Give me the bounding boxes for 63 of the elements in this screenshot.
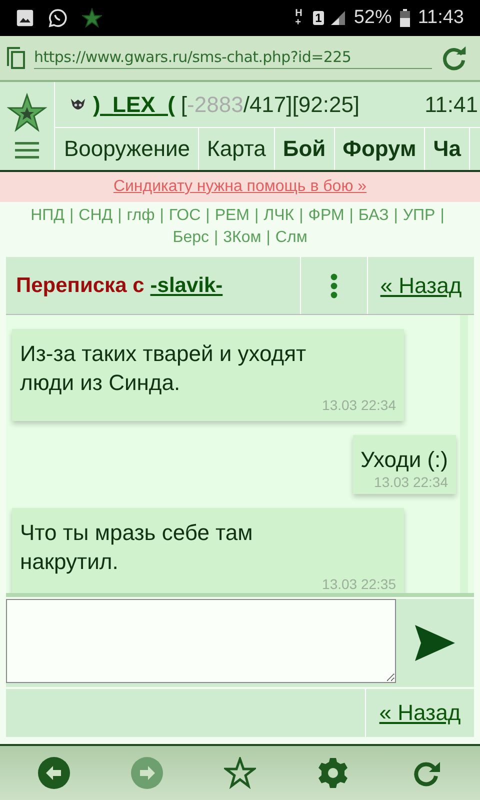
quick-link[interactable]: ГОС	[168, 207, 201, 224]
message-time: 13.03 22:35	[321, 576, 396, 592]
battery-icon	[400, 9, 410, 27]
partner-link[interactable]: -slavik-	[150, 274, 223, 298]
separator: |	[160, 207, 164, 224]
star-icon[interactable]	[7, 93, 47, 133]
nav-link[interactable]: Ча	[425, 128, 470, 170]
message-input[interactable]	[6, 599, 396, 683]
clock: 11:43	[418, 7, 464, 29]
sim-badge: 1	[313, 11, 324, 25]
quick-link[interactable]: 3Ком	[223, 229, 262, 246]
quick-link[interactable]: СНД	[78, 207, 113, 224]
message-text: Что ты мразь себе там накрутил.	[20, 519, 254, 576]
user-link[interactable]: )_LEX_(	[93, 92, 175, 118]
quick-link[interactable]: Берс	[172, 229, 209, 246]
stats-bracket: [	[180, 92, 188, 116]
separator: |	[206, 207, 210, 224]
quick-link[interactable]: НПД	[30, 207, 64, 224]
more-options-icon[interactable]	[330, 272, 338, 298]
tabs-icon[interactable]	[6, 46, 26, 70]
separator: |	[254, 207, 259, 224]
quick-link[interactable]: РЕМ	[214, 207, 250, 224]
separator: |	[394, 207, 398, 224]
chat-bubble-icon	[48, 8, 68, 28]
chat-title: Переписка с	[16, 274, 144, 298]
back-link[interactable]: « Назад	[380, 272, 462, 298]
nav-link[interactable]: Карта	[199, 128, 275, 170]
separator: |	[214, 229, 218, 246]
server-time: 11:41	[424, 92, 478, 118]
separator: |	[266, 229, 270, 246]
health-value: -2883	[187, 92, 244, 116]
image-icon	[16, 9, 34, 27]
quick-link[interactable]: УПР	[402, 207, 436, 224]
message-time: 13.03 22:34	[373, 474, 448, 490]
menu-icon[interactable]	[15, 141, 39, 159]
quick-link[interactable]: глф	[126, 207, 155, 224]
network-type: H+	[295, 9, 304, 27]
quick-link[interactable]: Слм	[275, 229, 308, 246]
send-icon	[415, 625, 455, 661]
separator: |	[440, 207, 444, 224]
separator: |	[118, 207, 122, 224]
message-text: Уходи (:)	[360, 446, 448, 474]
quick-link[interactable]: ФРМ	[308, 207, 344, 224]
message-text: Из-за таких тварей и уходят люди из Синда.	[20, 340, 308, 397]
reload-icon[interactable]	[440, 44, 468, 72]
alert-link[interactable]: Синдикату нужна помощь в бою »	[0, 172, 480, 202]
separator: |	[299, 207, 304, 224]
battery-level: 52%	[354, 7, 392, 29]
stats-text: /417][92:25]	[243, 92, 360, 116]
back-icon[interactable]	[38, 757, 70, 789]
back-link[interactable]: « Назад	[379, 700, 461, 726]
nav-link[interactable]: Бой	[274, 128, 335, 170]
quick-link[interactable]: БАЗ	[358, 207, 389, 224]
quick-link[interactable]: ЛЧК	[264, 207, 294, 224]
separator: |	[69, 207, 74, 224]
separator: |	[349, 207, 354, 224]
star-icon	[82, 8, 102, 28]
settings-icon[interactable]	[316, 757, 349, 789]
nav-link[interactable]: Вооружение	[55, 128, 200, 170]
message-time: 13.03 22:34	[321, 397, 396, 413]
signal-icon	[330, 10, 346, 26]
nav-link[interactable]: Форум	[334, 128, 426, 170]
star-icon[interactable]	[224, 757, 256, 789]
